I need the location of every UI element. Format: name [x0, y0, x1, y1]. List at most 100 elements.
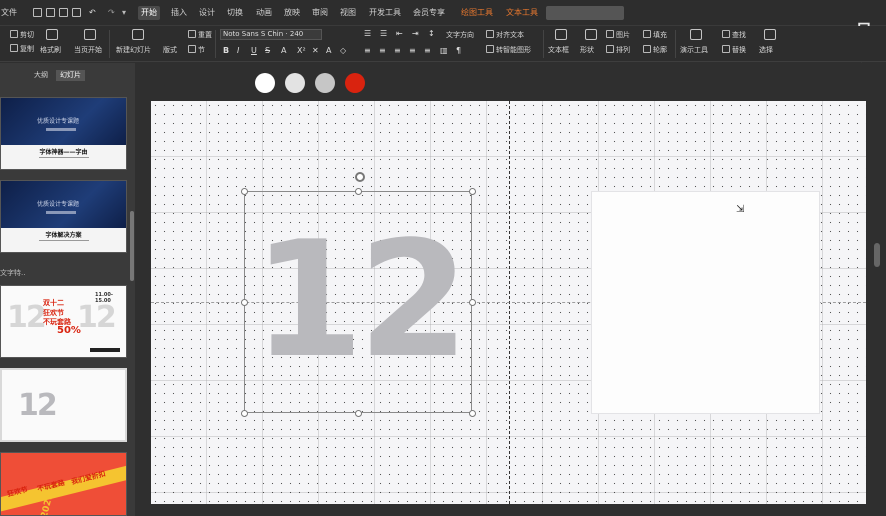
align-text-button[interactable]: 对齐文本	[486, 30, 524, 40]
replace-button[interactable]: 替换	[722, 45, 746, 55]
presentation-app: 文件 ↶ ↷ ▾ 开始 插入 设计 切换 动画 放映 审阅 视图 开发工具 会员…	[0, 0, 886, 516]
columns-icon[interactable]: ▥	[440, 46, 448, 56]
tab-member[interactable]: 会员专享	[410, 6, 448, 20]
select-button[interactable]: 选择	[759, 45, 773, 55]
select-icon[interactable]	[764, 29, 776, 40]
resize-handle[interactable]	[469, 299, 476, 306]
layout-button[interactable]: 版式	[163, 45, 177, 55]
resize-handle[interactable]	[241, 410, 248, 417]
text-direction-button[interactable]: 文字方向	[446, 30, 474, 40]
arrange-button[interactable]: 排列	[606, 45, 630, 55]
tab-animation[interactable]: 动画	[253, 6, 275, 20]
resize-handle[interactable]	[355, 410, 362, 417]
slide-thumbnail[interactable]: 优质设计专课题 字体神器——字由	[0, 97, 127, 170]
slide-canvas[interactable]: 12 ⇲	[151, 101, 866, 504]
tab-review[interactable]: 审阅	[309, 6, 331, 20]
picture-button[interactable]: 图片	[606, 30, 630, 40]
color-swatch[interactable]	[255, 73, 275, 93]
tab-design[interactable]: 设计	[196, 6, 218, 20]
numbering-icon[interactable]: ☰	[380, 29, 387, 39]
thumbnail-dark-banner: 优质设计专课题	[1, 181, 126, 228]
rotate-handle-icon[interactable]	[355, 172, 365, 182]
resize-handle[interactable]	[241, 188, 248, 195]
shape-button[interactable]: 形状	[580, 45, 594, 55]
slide-thumbnail[interactable]: 狂欢节 不玩套路 我们爱折扣 2021	[0, 452, 127, 516]
new-slide-icon[interactable]	[132, 29, 144, 40]
tab-home[interactable]: 开始	[138, 6, 160, 20]
tab-text-tools[interactable]: 文本工具	[503, 6, 541, 20]
play-from-current-button[interactable]: 当页开始	[74, 45, 102, 55]
resize-handle[interactable]	[355, 188, 362, 195]
quick-access-dropdown-icon[interactable]: ▾	[122, 6, 126, 20]
fill-button[interactable]: 填充	[643, 30, 667, 40]
resize-handle[interactable]	[469, 188, 476, 195]
smart-graphic-button[interactable]: 转智能图形	[486, 45, 531, 55]
new-slide-button[interactable]: 新建幻灯片	[116, 45, 151, 55]
bold-button[interactable]: B	[223, 46, 229, 56]
color-swatch[interactable]	[315, 73, 335, 93]
tab-view[interactable]: 视图	[337, 6, 359, 20]
export-icon[interactable]	[46, 8, 55, 17]
underline-button[interactable]: U	[251, 46, 257, 56]
clear-format-icon[interactable]: ✕	[312, 46, 319, 56]
justify-icon[interactable]: ≡	[409, 46, 416, 56]
align-left-icon[interactable]: ≡	[364, 46, 371, 56]
decrease-indent-icon[interactable]: ⇤	[396, 29, 403, 39]
tab-outline[interactable]: 大纲	[30, 70, 52, 81]
color-swatch[interactable]	[285, 73, 305, 93]
presenter-tools-button[interactable]: 演示工具	[680, 45, 708, 55]
resize-handle[interactable]	[241, 299, 248, 306]
copy-button[interactable]: 复制	[10, 44, 34, 54]
color-swatch[interactable]	[345, 73, 365, 93]
thumbnail-scrollbar[interactable]	[130, 211, 134, 281]
tab-insert[interactable]: 插入	[168, 6, 190, 20]
slide-thumbnail-selected[interactable]: 12	[0, 368, 127, 442]
tab-slides[interactable]: 幻灯片	[56, 70, 85, 81]
textbox-button[interactable]: 文本框	[548, 45, 569, 55]
align-center-icon[interactable]: ≡	[379, 46, 386, 56]
command-search-box[interactable]	[546, 6, 624, 20]
shape-icon[interactable]	[585, 29, 597, 40]
play-from-current-icon[interactable]	[84, 29, 96, 40]
format-painter-button[interactable]: 格式刷	[40, 45, 61, 55]
redo-icon[interactable]: ↷	[108, 6, 115, 20]
slide-thumbnail[interactable]: 优质设计专课题 字体解决方案	[0, 180, 127, 253]
white-rectangle-shape[interactable]	[591, 191, 820, 414]
big-number-text[interactable]: 12	[245, 200, 471, 400]
textbox-icon[interactable]	[555, 29, 567, 40]
char-spacing-icon[interactable]: ◇	[340, 46, 346, 56]
selected-textbox[interactable]: 12	[241, 172, 476, 417]
italic-button[interactable]: I	[237, 46, 239, 56]
reset-button[interactable]: 重置	[188, 30, 212, 40]
line-spacing-icon[interactable]: ↕	[428, 29, 435, 39]
distribute-icon[interactable]: ≡	[424, 46, 431, 56]
tab-developer-tools[interactable]: 开发工具	[366, 6, 404, 20]
resize-handle[interactable]	[469, 410, 476, 417]
font-name-select[interactable]: Noto Sans S Chin · 240	[220, 29, 322, 40]
save-icon[interactable]	[33, 8, 42, 17]
slide-thumbnail[interactable]: 12 12 双十二 狂欢节 不玩套路 50% 11.00-15.00	[0, 285, 127, 358]
print-icon[interactable]	[59, 8, 68, 17]
strikethrough-button[interactable]: S	[265, 46, 270, 56]
tab-transition[interactable]: 切换	[224, 6, 246, 20]
preview-icon[interactable]	[72, 8, 81, 17]
file-menu[interactable]: 文件	[1, 6, 17, 20]
format-painter-icon[interactable]	[46, 29, 58, 40]
align-right-icon[interactable]: ≡	[394, 46, 401, 56]
section-button[interactable]: 节	[188, 45, 205, 55]
text-effect-button[interactable]: A	[326, 46, 331, 56]
tab-drawing-tools[interactable]: 绘图工具	[458, 6, 496, 20]
undo-icon[interactable]: ↶	[89, 6, 96, 20]
tab-slideshow[interactable]: 放映	[281, 6, 303, 20]
font-color-button[interactable]: A	[281, 46, 286, 56]
find-button[interactable]: 查找	[722, 30, 746, 40]
increase-indent-icon[interactable]: ⇥	[412, 29, 419, 39]
canvas-scrollbar[interactable]	[874, 243, 880, 267]
section-label[interactable]: 文字特..	[0, 268, 25, 278]
bullets-icon[interactable]: ☰	[364, 29, 371, 39]
paragraph-dialog-icon[interactable]: ¶	[456, 46, 461, 56]
outline-button[interactable]: 轮廓	[643, 45, 667, 55]
presenter-tools-icon[interactable]	[690, 29, 702, 40]
cut-button[interactable]: 剪切	[10, 30, 34, 40]
superscript-button[interactable]: X²	[297, 46, 306, 56]
